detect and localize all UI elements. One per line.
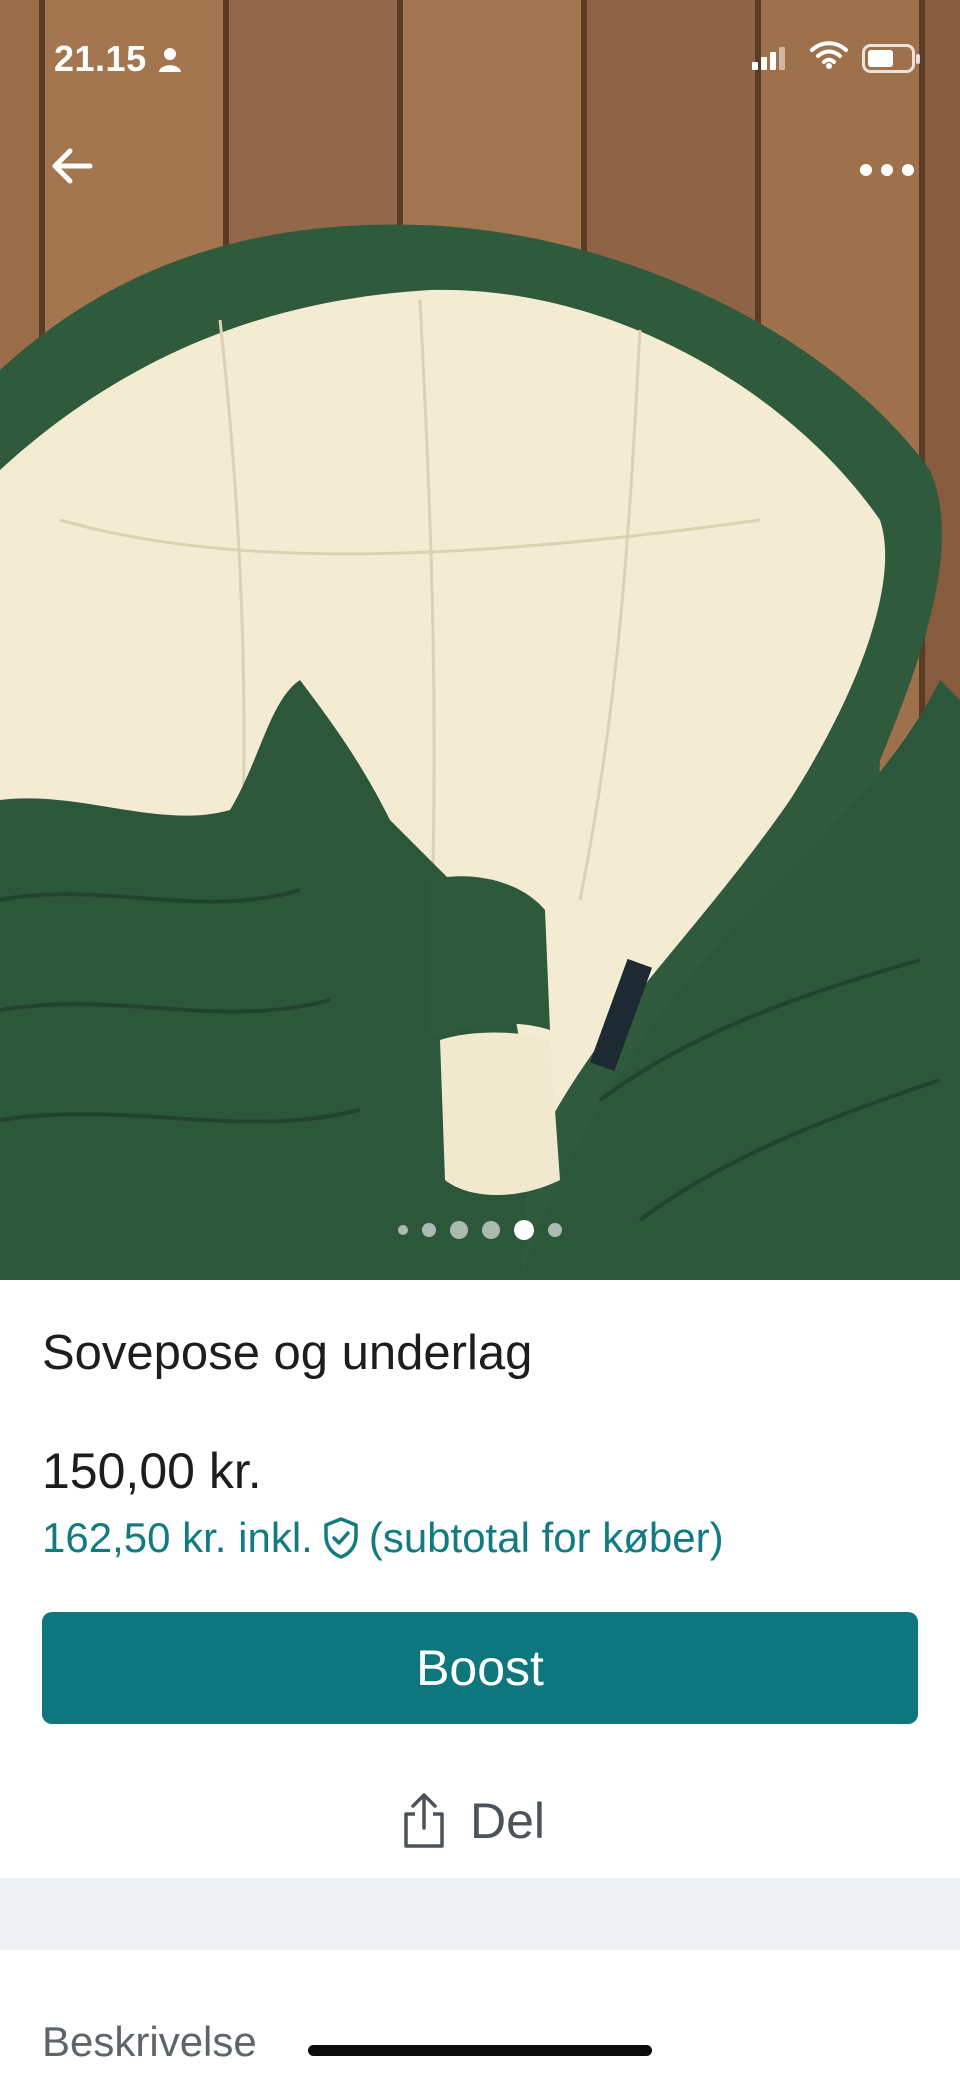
more-horizontal-icon [860, 164, 914, 176]
page-dot[interactable] [482, 1221, 500, 1239]
cellular-signal-icon [752, 46, 788, 75]
page-dot[interactable] [422, 1223, 436, 1237]
share-button[interactable]: Del [400, 1786, 545, 1856]
page-dot[interactable] [398, 1225, 408, 1235]
arrow-left-icon [52, 148, 93, 184]
status-bar: 21.15 [0, 0, 960, 120]
battery-icon [862, 44, 922, 79]
more-options-button[interactable] [852, 140, 922, 200]
subtotal-note: (subtotal for køber) [368, 1514, 724, 1561]
page-dot-active[interactable] [514, 1220, 534, 1240]
wifi-icon [810, 40, 848, 75]
sleeping-bag-photo [0, 0, 960, 1280]
page-dot[interactable] [548, 1223, 562, 1237]
share-label: Del [470, 1793, 546, 1849]
back-button[interactable] [42, 136, 102, 196]
section-divider [0, 1878, 960, 1950]
image-pagination [0, 1218, 960, 1242]
description-heading: Beskrivelse [42, 2018, 257, 2065]
share-icon [404, 1793, 444, 1848]
person-icon [156, 46, 184, 79]
listing-photo[interactable]: 21.15 [0, 0, 960, 1280]
page-dot[interactable] [450, 1221, 468, 1239]
shield-check-icon [321, 1516, 361, 1560]
listing-price: 150,00 kr. [42, 1443, 262, 1499]
status-time: 21.15 [54, 38, 147, 79]
home-indicator[interactable] [308, 2045, 652, 2056]
listing-title: Sovepose og underlag [42, 1326, 533, 1380]
buyer-subtotal[interactable]: 162,50 kr. inkl. (subtotal for køber) [42, 1514, 724, 1562]
subtotal-price: 162,50 kr. inkl. [42, 1514, 313, 1561]
boost-button[interactable]: Boost [42, 1612, 918, 1724]
